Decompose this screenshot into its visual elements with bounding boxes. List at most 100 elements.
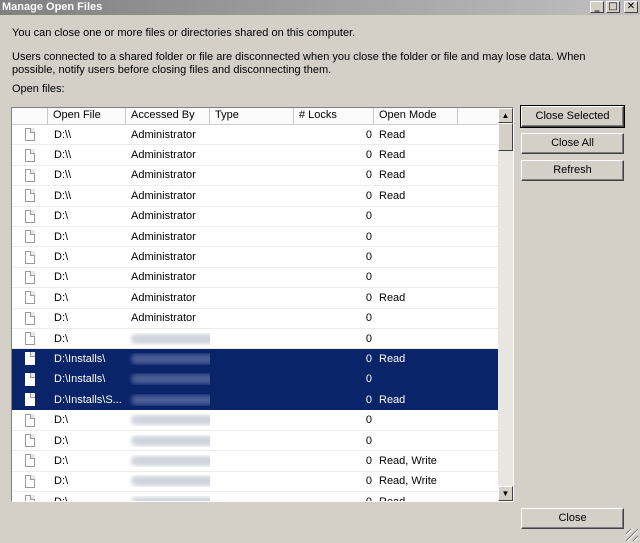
table-row[interactable]: D:\Installs\ 0 Read	[12, 349, 498, 370]
file-icon	[25, 209, 35, 223]
maximize-button[interactable]: □	[606, 1, 620, 13]
table-row[interactable]: D:\ 0 Read, Write	[12, 472, 498, 493]
locks-cell: 0	[365, 291, 372, 304]
table-row[interactable]: D:\ Administrator 0	[12, 268, 498, 289]
open-file-cell: D:\Installs\	[54, 352, 106, 365]
accessed-by-cell	[126, 333, 210, 345]
arrow-down-icon[interactable]: ▼	[498, 486, 513, 501]
file-icon	[25, 352, 35, 366]
locks-cell: 0	[365, 149, 372, 162]
open-mode-cell: Read, Write	[379, 454, 437, 467]
accessed-by-cell: Administrator	[131, 291, 196, 304]
close-selected-button[interactable]: Close Selected	[520, 105, 625, 128]
accessed-by-cell: Administrator	[131, 230, 196, 243]
scroll-thumb[interactable]	[498, 123, 513, 151]
open-mode-cell: Read, Write	[379, 475, 437, 488]
redacted-user	[131, 476, 210, 487]
table-row[interactable]: D:\ 0 Read, Write	[12, 451, 498, 472]
locks-cell: 0	[365, 454, 372, 467]
file-icon	[25, 230, 35, 244]
file-icon-cell	[12, 352, 48, 366]
table-row[interactable]: D:\\ Administrator 0 Read	[12, 166, 498, 187]
locks-cell: 0	[294, 496, 374, 501]
accessed-by-cell	[126, 353, 210, 365]
accessed-by-cell: Administrator	[131, 312, 196, 325]
file-icon	[25, 495, 35, 501]
list-rows: D:\\ Administrator 0 Read D:\\ Administrator 0…	[12, 125, 498, 501]
accessed-by-cell: Administrator	[131, 189, 196, 202]
table-row[interactable]: D:\ Administrator 0	[12, 247, 498, 268]
table-row[interactable]: D:\Installs\ 0	[12, 369, 498, 391]
file-icon-cell	[12, 209, 48, 223]
close-window-button[interactable]: ✕	[624, 1, 638, 13]
column-header-accessed-by[interactable]: Accessed By	[126, 108, 210, 124]
open-files-label: Open files:	[12, 83, 65, 95]
table-row[interactable]: D:\\ Administrator 0 Read	[12, 186, 498, 207]
description-line2: Users connected to a shared folder or fi…	[12, 51, 586, 76]
column-header-locks[interactable]: # Locks	[294, 108, 374, 124]
table-row[interactable]: D:\ 0Read	[12, 492, 498, 501]
open-file-cell: D:\	[54, 291, 69, 304]
file-icon	[25, 168, 35, 182]
file-icon	[25, 128, 35, 142]
open-files-list[interactable]: Open File Accessed By Type # Locks Open …	[11, 107, 514, 502]
file-icon	[25, 189, 35, 203]
accessed-by-cell	[126, 373, 210, 385]
locks-cell: 0	[365, 434, 372, 447]
locks-cell: 0	[365, 312, 372, 325]
file-icon-cell	[12, 434, 48, 448]
file-icon	[25, 434, 35, 448]
file-icon-cell	[12, 270, 48, 284]
resize-grip-icon[interactable]	[626, 529, 638, 541]
file-icon-cell	[12, 250, 48, 264]
table-row[interactable]: D:\\ Administrator 0 Read	[12, 145, 498, 166]
open-file-cell: D:\	[54, 454, 69, 467]
file-icon	[25, 474, 35, 488]
open-file-cell: D:\\	[54, 169, 72, 182]
accessed-by-cell	[126, 455, 210, 467]
minimize-button[interactable]: _	[590, 1, 604, 13]
redacted-user	[131, 374, 210, 385]
open-file-cell: D:\	[48, 496, 126, 501]
window-controls: _ □ ✕	[590, 1, 638, 13]
column-header-open-file[interactable]: Open File	[48, 108, 126, 124]
locks-cell: 0	[365, 475, 372, 488]
locks-cell: 0	[365, 352, 372, 365]
table-row[interactable]: D:\ Administrator 0	[12, 207, 498, 227]
column-header-icon[interactable]	[12, 108, 48, 124]
open-file-cell: D:\	[54, 251, 69, 264]
open-mode-cell: Read	[379, 352, 406, 365]
table-row[interactable]: D:\ 0	[12, 431, 498, 452]
open-file-cell: D:\	[54, 271, 69, 284]
file-icon	[25, 270, 35, 284]
table-row[interactable]: D:\ 0	[12, 329, 498, 350]
arrow-up-icon[interactable]: ▲	[498, 108, 513, 123]
open-file-cell: D:\\	[54, 128, 72, 141]
accessed-by-cell: Administrator	[131, 149, 196, 162]
refresh-button[interactable]: Refresh	[521, 160, 624, 181]
column-header-type[interactable]: Type	[210, 108, 294, 124]
open-file-cell: D:\	[54, 332, 69, 345]
open-file-cell: D:\\	[54, 189, 72, 202]
file-icon	[25, 413, 35, 427]
table-row[interactable]: D:\ Administrator 0 Read	[12, 288, 498, 309]
title-bar[interactable]: Manage Open Files _ □ ✕	[0, 0, 640, 15]
table-row[interactable]: D:\ Administrator 0	[12, 227, 498, 248]
table-row[interactable]: D:\Installs\S... 0 Read	[12, 390, 498, 411]
accessed-by-cell: Administrator	[131, 251, 196, 264]
close-all-button[interactable]: Close All	[521, 133, 624, 154]
column-header-open-mode[interactable]: Open Mode	[374, 108, 458, 124]
table-row[interactable]: D:\\ Administrator 0 Read	[12, 125, 498, 146]
file-icon	[25, 148, 35, 162]
locks-cell: 0	[365, 230, 372, 243]
close-button[interactable]: Close	[521, 508, 624, 529]
vertical-scrollbar[interactable]: ▲ ▼	[498, 108, 513, 501]
table-row[interactable]: D:\ Administrator 0	[12, 309, 498, 329]
table-row[interactable]: D:\ 0	[12, 410, 498, 431]
file-icon-cell	[12, 189, 48, 203]
file-icon-cell	[12, 311, 48, 325]
redacted-user	[131, 354, 210, 365]
locks-cell: 0	[365, 271, 372, 284]
open-file-cell: D:\	[54, 434, 69, 447]
file-icon-cell	[12, 454, 48, 468]
